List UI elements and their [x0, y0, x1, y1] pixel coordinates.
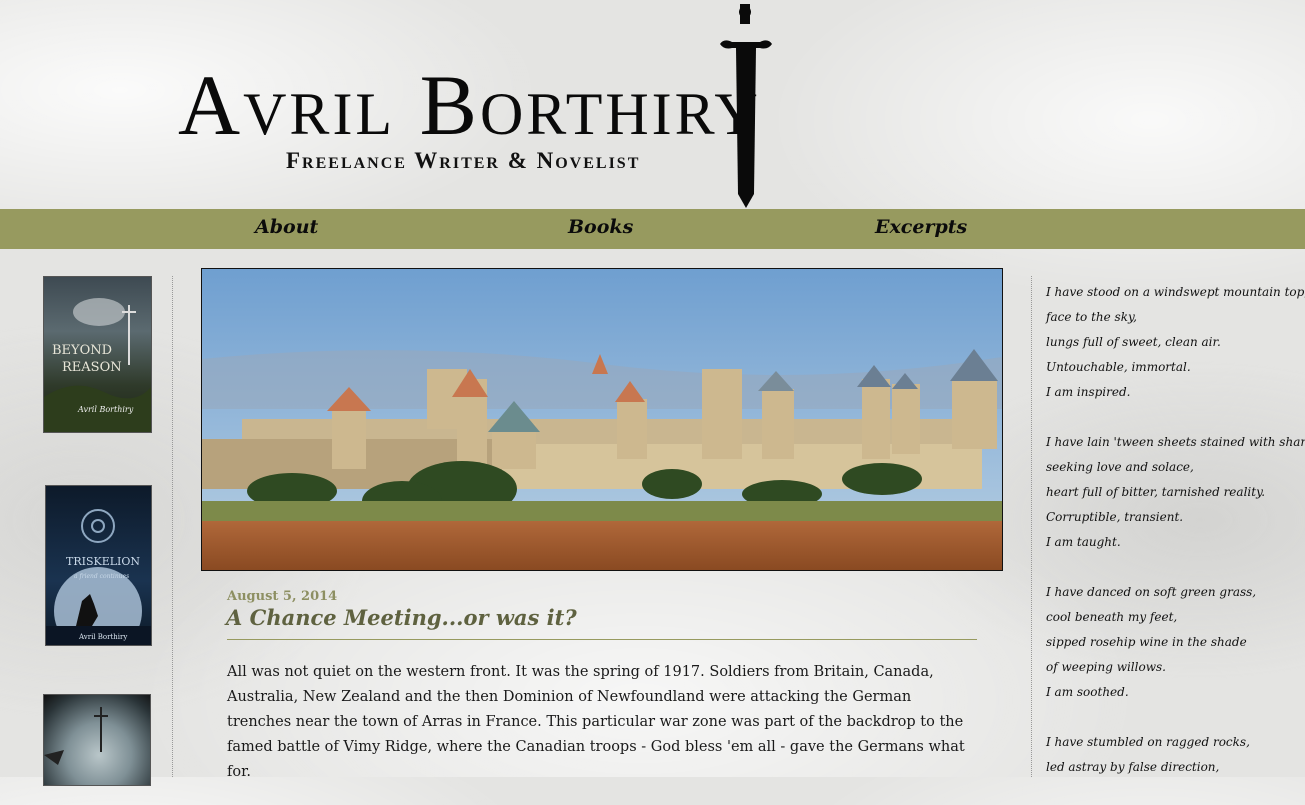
post-title[interactable]: A Chance Meeting...or was it?	[226, 605, 577, 630]
poem-line: face to the sky,	[1046, 310, 1137, 324]
post-date: August 5, 2014	[227, 589, 338, 604]
poem-line: I am soothed.	[1046, 685, 1129, 699]
site-tagline: Freelance Writer & Novelist	[286, 148, 641, 173]
left-divider	[172, 276, 173, 777]
poem-line: I am inspired.	[1046, 385, 1131, 399]
nav-books[interactable]: Books	[568, 216, 633, 238]
site-header: Avril Borthiry Freelance Writer & Noveli…	[0, 0, 1305, 210]
nav-excerpts[interactable]: Excerpts	[875, 216, 967, 238]
poem-stanza: I have danced on soft green grass, cool …	[1046, 580, 1301, 705]
site-logo-name[interactable]: Avril Borthiry	[178, 62, 761, 148]
book-cover-triskelion[interactable]: TRISKELION a friend continues Avril Bort…	[45, 485, 152, 646]
post-body: All was not quiet on the western front. …	[227, 664, 965, 780]
poem-line: Untouchable, immortal.	[1046, 360, 1191, 374]
main-nav: About Books Excerpts	[0, 209, 1305, 249]
poem-line: led astray by false direction,	[1046, 760, 1220, 774]
poem-stanza: I have stood on a windswept mountain top…	[1046, 280, 1305, 405]
poem-line: I have stood on a windswept mountain top…	[1046, 285, 1305, 299]
featured-photo	[201, 268, 1003, 571]
cover-subtitle: a friend continues	[74, 573, 130, 580]
poem-stanza: I have stumbled on ragged rocks, led ast…	[1046, 730, 1301, 780]
poem-stanza: I have lain 'tween sheets stained with s…	[1046, 430, 1305, 555]
poem-line: I have lain 'tween sheets stained with s…	[1046, 435, 1305, 449]
poem-line: I have danced on soft green grass,	[1046, 585, 1257, 599]
poem-line: I have stumbled on ragged rocks,	[1046, 735, 1250, 749]
cover-title: TRISKELION	[66, 555, 141, 568]
cover-title-2: REASON	[62, 360, 122, 375]
cover-author: Avril Borthiry	[79, 633, 128, 641]
poem: I have stood on a windswept mountain top…	[1046, 280, 1305, 805]
castle-image	[202, 269, 1002, 570]
right-divider	[1031, 276, 1032, 777]
poem-line: I am taught.	[1046, 535, 1121, 549]
post-divider	[227, 639, 977, 640]
poem-line: cool beneath my feet,	[1046, 610, 1178, 624]
poem-line: of weeping willows.	[1046, 660, 1166, 674]
poem-line: Corruptible, transient.	[1046, 510, 1184, 524]
cover-title-1: BEYOND	[52, 343, 113, 358]
cover-art	[44, 707, 108, 765]
cover-author: Avril Borthiry	[78, 405, 134, 414]
poem-line: heart full of bitter, tarnished reality.	[1046, 485, 1266, 499]
poem-line: seeking love and solace,	[1046, 460, 1194, 474]
poem-line: lungs full of sweet, clean air.	[1046, 335, 1221, 349]
nav-about[interactable]: About	[255, 216, 318, 238]
book-cover-third[interactable]	[43, 694, 151, 786]
book-cover-beyond-reason[interactable]: BEYOND REASON Avril Borthiry	[43, 276, 152, 433]
sword-icon	[720, 4, 772, 208]
poem-line: sipped rosehip wine in the shade	[1046, 635, 1247, 649]
